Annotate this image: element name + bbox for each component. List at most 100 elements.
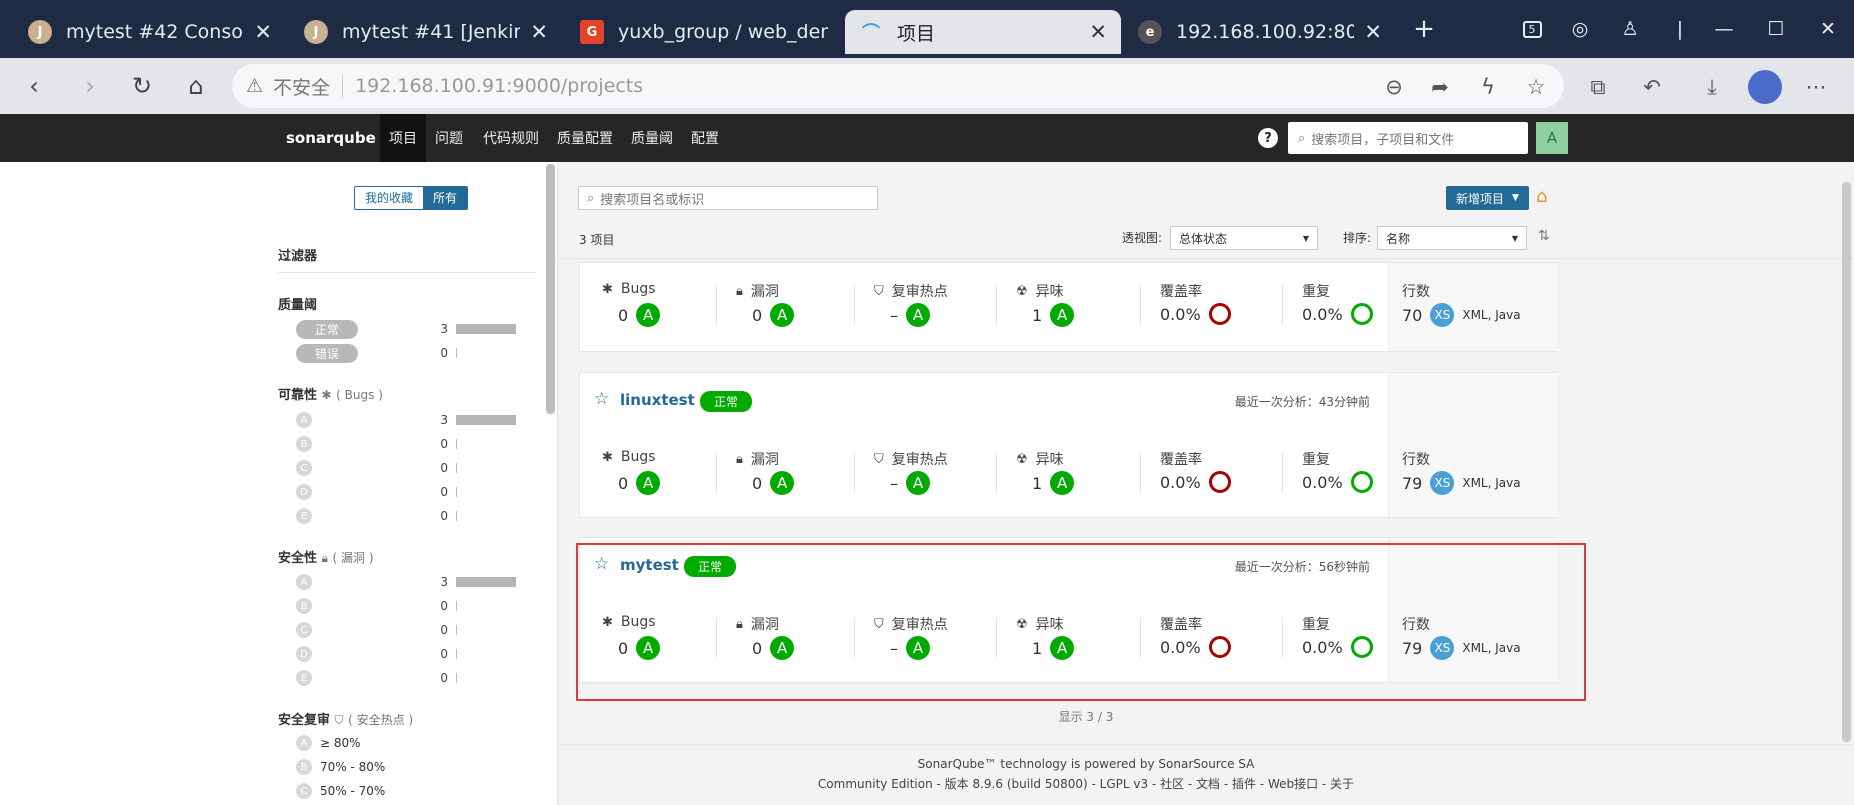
- browser-tab-active[interactable]: ⌒ 项目 ✕: [845, 10, 1121, 54]
- tab-title: 项目: [897, 22, 936, 45]
- last-analysis-date: 最近一次分析：43分钟前: [1234, 395, 1370, 409]
- shirt-icon[interactable]: ♙: [1612, 14, 1648, 44]
- new-project-button[interactable]: 新增项目 ▼: [1446, 186, 1529, 210]
- project-card: ☆ linuxtest 正常 最近一次分析：43分钟前 ✱ Bugs 0 A 🔒︎ 漏洞 0 A ⛉ 复审…: [579, 372, 1558, 518]
- filter-row[interactable]: E0: [296, 504, 522, 528]
- favorite-star-icon[interactable]: ☆: [1520, 72, 1552, 102]
- filter-row[interactable]: B0: [296, 432, 522, 456]
- filter-row[interactable]: B0: [296, 594, 522, 618]
- filter-count: 3: [440, 413, 448, 427]
- user-avatar[interactable]: A: [1536, 122, 1568, 154]
- reliability-label: 可靠性: [278, 388, 318, 403]
- incognito-icon[interactable]: ◎: [1562, 14, 1598, 44]
- help-icon[interactable]: ?: [1258, 128, 1278, 148]
- home-icon[interactable]: ⌂: [178, 68, 214, 104]
- sonarqube-logo[interactable]: sonarqube: [286, 114, 376, 162]
- sort-direction-icon[interactable]: ⇅: [1538, 228, 1550, 244]
- filter-row[interactable]: B 70% - 80%: [296, 755, 522, 779]
- close-icon[interactable]: ✕: [1089, 20, 1107, 44]
- tab-title: mytest #41 [Jenkins]: [342, 21, 521, 43]
- rating-badge: A: [1050, 471, 1075, 495]
- undo-icon[interactable]: ↶: [1636, 72, 1668, 102]
- sort-select[interactable]: 名称 ▼: [1377, 226, 1527, 250]
- lightning-icon[interactable]: ϟ: [1472, 72, 1504, 102]
- filter-row[interactable]: C 50% - 70%: [296, 779, 522, 803]
- paren-close: ): [408, 713, 414, 727]
- nav-projects[interactable]: 项目: [380, 114, 426, 162]
- browser-tab-5[interactable]: e 192.168.100.92:8080/t ✕: [1124, 10, 1396, 54]
- profile-avatar[interactable]: [1748, 70, 1782, 104]
- global-search-input[interactable]: ⌕ 搜索项目，子项目和文件: [1288, 122, 1528, 154]
- nav-rules[interactable]: 代码规则: [474, 114, 548, 162]
- filter-row[interactable]: A ≥ 80%: [296, 731, 522, 755]
- nav-issues[interactable]: 问题: [426, 114, 472, 162]
- metric-value-vuln[interactable]: 0A: [752, 303, 795, 327]
- home-icon[interactable]: ⌂: [1536, 186, 1547, 207]
- project-search-input[interactable]: ⌕ 搜索项目名或标识: [578, 186, 878, 210]
- filter-row[interactable]: D0: [296, 642, 522, 666]
- filter-count: 0: [440, 437, 448, 451]
- browser-tab-1[interactable]: J mytest #42 Console [J ✕: [14, 10, 286, 54]
- search-placeholder: 搜索项目，子项目和文件: [1311, 132, 1455, 148]
- filter-range: ≥ 80%: [320, 736, 361, 750]
- menu-icon[interactable]: ⋯: [1800, 72, 1832, 102]
- filter-row[interactable]: A3: [296, 570, 522, 594]
- close-icon[interactable]: ✕: [254, 20, 272, 44]
- all-button[interactable]: 所有: [423, 187, 468, 209]
- page-scrollbar[interactable]: [1842, 182, 1851, 742]
- metric-value-smells[interactable]: 1A: [1032, 471, 1075, 495]
- metric-value-vuln[interactable]: 0A: [752, 471, 795, 495]
- metric-value-smells[interactable]: 1A: [1032, 303, 1075, 327]
- maximize-icon[interactable]: ☐: [1758, 14, 1794, 44]
- sidebar-scrollbar[interactable]: [546, 164, 555, 414]
- new-tab-button[interactable]: +: [1406, 14, 1442, 44]
- metric-value-dup[interactable]: 0.0%: [1302, 471, 1373, 493]
- close-icon[interactable]: ✕: [1364, 20, 1382, 44]
- filter-row[interactable]: C0: [296, 618, 522, 642]
- download-icon[interactable]: ⤓: [1696, 72, 1728, 102]
- filter-row[interactable]: 正常 3: [296, 317, 522, 341]
- favorites-button[interactable]: 我的收藏: [355, 187, 424, 209]
- metric-value-coverage[interactable]: 0.0%: [1160, 303, 1231, 325]
- security-sub: ( 漏洞 ): [332, 551, 373, 565]
- filter-count: 0: [440, 623, 448, 637]
- filter-row[interactable]: 错误 0: [296, 341, 522, 365]
- metric-value-lines[interactable]: 70 XS XML, Java: [1402, 303, 1521, 327]
- window-close-icon[interactable]: ✕: [1810, 14, 1846, 44]
- footer-links: Community Edition - 版本 8.9.6 (build 5080…: [817, 777, 1355, 791]
- browser-tab-3[interactable]: G yuxb_group / web_dem: [566, 10, 842, 54]
- metric-value-dup[interactable]: 0.0%: [1302, 303, 1373, 325]
- url-field[interactable]: ⚠ 不安全 192.168.100.91:9000/projects: [232, 64, 1564, 108]
- nav-profiles[interactable]: 质量配置: [548, 114, 622, 162]
- favorite-star-icon[interactable]: ☆: [594, 389, 609, 409]
- minimize-icon[interactable]: —: [1706, 14, 1742, 44]
- metric-value-bugs[interactable]: 0A: [618, 303, 661, 327]
- metric-value-hotspots[interactable]: – A: [890, 303, 930, 327]
- browser-tab-2[interactable]: J mytest #41 [Jenkins] ✕: [290, 10, 562, 54]
- tab-counter-icon[interactable]: 5: [1514, 14, 1550, 44]
- extensions-icon[interactable]: ⧉: [1582, 72, 1614, 102]
- back-icon[interactable]: ‹: [16, 68, 52, 104]
- reload-icon[interactable]: ↻: [124, 68, 160, 104]
- metric-value-bugs[interactable]: 0A: [618, 471, 661, 495]
- close-icon[interactable]: ✕: [530, 20, 548, 44]
- filter-row[interactable]: C0: [296, 456, 522, 480]
- url-text: 192.168.100.91:9000/projects: [355, 75, 644, 97]
- zoom-out-icon[interactable]: ⊖: [1378, 72, 1410, 102]
- tab-title: yuxb_group / web_dem: [618, 21, 828, 43]
- forward-icon[interactable]: ›: [72, 68, 108, 104]
- filter-row[interactable]: E0: [296, 666, 522, 690]
- perspective-select[interactable]: 总体状态 ▼: [1170, 226, 1318, 250]
- share-icon[interactable]: ➦: [1424, 72, 1456, 102]
- metric-value-text: 0: [752, 305, 763, 325]
- project-name-link[interactable]: linuxtest: [620, 391, 695, 409]
- metric-value-lines[interactable]: 79 XS XML, Java: [1402, 471, 1521, 495]
- metric-value-text: 0.0%: [1302, 472, 1343, 492]
- filter-row[interactable]: A3: [296, 408, 522, 432]
- filter-row[interactable]: D0: [296, 480, 522, 504]
- metric-value-hotspots[interactable]: – A: [890, 471, 930, 495]
- nav-settings[interactable]: 配置: [682, 114, 728, 162]
- nav-quality-gates[interactable]: 质量阈: [622, 114, 682, 162]
- metric-value-coverage[interactable]: 0.0%: [1160, 471, 1231, 493]
- metric-value-text: 0: [618, 473, 629, 493]
